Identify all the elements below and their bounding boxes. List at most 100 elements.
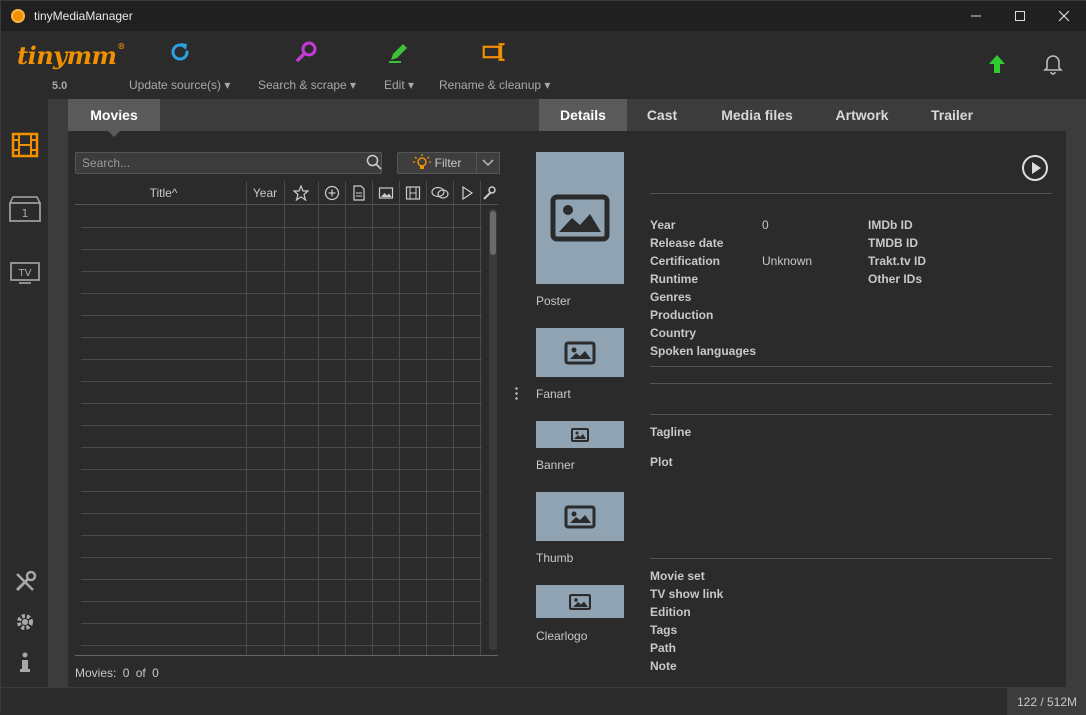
wrench-icon[interactable] — [480, 181, 498, 205]
table-scrollbar[interactable] — [489, 209, 497, 650]
row-divider — [81, 645, 482, 646]
star-icon[interactable] — [284, 181, 318, 205]
imdb-id-label: IMDb ID — [868, 218, 913, 232]
country-label: Country — [650, 326, 696, 340]
app-logo: tinymm® — [17, 41, 125, 70]
row-divider — [81, 249, 482, 250]
image-placeholder-icon — [550, 194, 610, 242]
refresh-icon — [167, 39, 193, 65]
tools-icon[interactable] — [9, 566, 41, 598]
row-divider — [81, 557, 482, 558]
update-available-icon[interactable] — [986, 53, 1008, 78]
row-divider — [81, 337, 482, 338]
fanart-image[interactable] — [536, 328, 624, 377]
edit-button[interactable]: Edit — [384, 39, 414, 92]
film-icon[interactable] — [399, 181, 426, 205]
nfo-file-icon[interactable] — [345, 181, 372, 205]
tab-movies[interactable]: Movies — [68, 99, 160, 137]
details-panel: Poster Fanart Banner Thumb Clearlogo Yea… — [529, 131, 1066, 687]
image-placeholder-icon — [569, 593, 591, 610]
row-divider — [81, 381, 482, 382]
plus-circle-icon[interactable] — [318, 181, 345, 205]
search-scrape-button[interactable]: Search & scrape — [258, 39, 356, 92]
subtitles-icon[interactable] — [426, 181, 453, 205]
lightbulb-icon — [412, 153, 431, 173]
row-divider — [81, 513, 482, 514]
column-title[interactable]: Title^ — [81, 181, 246, 205]
year-value: 0 — [762, 218, 769, 232]
rename-cleanup-button[interactable]: Rename & cleanup — [439, 39, 550, 92]
production-label: Production — [650, 308, 714, 322]
row-divider — [81, 271, 482, 272]
chevron-down-icon — [482, 159, 494, 167]
release-date-label: Release date — [650, 236, 724, 250]
runtime-label: Runtime — [650, 272, 698, 286]
movie-table: Title^ Year — [75, 181, 498, 655]
splitter-grip-icon[interactable] — [515, 386, 518, 400]
column-divider — [345, 181, 346, 655]
row-divider — [81, 293, 482, 294]
play-icon[interactable] — [1021, 154, 1049, 185]
movie-sets-module-icon[interactable]: 1 — [6, 194, 44, 226]
memory-usage[interactable]: 122 / 512M — [1007, 688, 1086, 715]
app-window: tinyMediaManager tinymm® 5.0 Update sour… — [0, 0, 1086, 715]
row-divider — [81, 227, 482, 228]
image-placeholder-icon — [564, 341, 596, 364]
title-bar: tinyMediaManager — [1, 1, 1086, 31]
poster-image[interactable] — [536, 152, 624, 284]
tab-cast[interactable]: Cast — [632, 99, 692, 131]
column-divider — [426, 181, 427, 655]
column-divider — [453, 181, 454, 655]
tmdb-id-label: TMDB ID — [868, 236, 918, 250]
row-divider — [81, 403, 482, 404]
tv-show-link-label: TV show link — [650, 587, 724, 601]
image-placeholder-icon — [571, 427, 589, 442]
svg-text:TV: TV — [18, 268, 32, 279]
tab-artwork[interactable]: Artwork — [822, 99, 902, 131]
left-gutter — [48, 99, 68, 687]
banner-image[interactable] — [536, 421, 624, 448]
divider — [650, 414, 1052, 415]
bell-icon[interactable] — [1043, 53, 1063, 78]
app-icon — [11, 9, 25, 23]
column-divider — [372, 181, 373, 655]
update-sources-button[interactable]: Update source(s) — [129, 39, 230, 92]
tab-media-files[interactable]: Media files — [707, 99, 807, 131]
filter-button[interactable]: Filter — [397, 152, 477, 174]
maximize-button[interactable] — [998, 1, 1042, 31]
column-year[interactable]: Year — [246, 181, 284, 205]
tab-details[interactable]: Details — [539, 99, 627, 137]
genres-label: Genres — [650, 290, 692, 304]
scrollbar-thumb[interactable] — [490, 211, 496, 255]
clearlogo-image[interactable] — [536, 585, 624, 618]
movie-list-panel: Movies Search... Filter Title^ Year Movi… — [68, 99, 504, 687]
column-divider — [399, 181, 400, 655]
search-icon[interactable] — [366, 154, 382, 173]
column-divider — [318, 181, 319, 655]
row-divider — [81, 579, 482, 580]
image-icon[interactable] — [372, 181, 399, 205]
sidebar: 1 TV — [1, 99, 48, 687]
fanart-label: Fanart — [536, 387, 571, 401]
panel-splitter[interactable] — [504, 131, 529, 687]
gear-icon[interactable] — [9, 606, 41, 638]
table-bottom-border — [75, 655, 498, 656]
magnifier-icon — [294, 39, 320, 65]
rename-icon — [482, 39, 508, 65]
trailer-play-icon[interactable] — [453, 181, 480, 205]
note-label: Note — [650, 659, 677, 673]
tab-trailer[interactable]: Trailer — [917, 99, 987, 131]
minimize-button[interactable] — [954, 1, 998, 31]
search-input[interactable]: Search... — [75, 152, 382, 174]
thumb-image[interactable] — [536, 492, 624, 541]
filter-dropdown-button[interactable] — [477, 152, 500, 174]
image-placeholder-icon — [564, 505, 596, 528]
year-label: Year — [650, 218, 676, 232]
info-icon[interactable] — [9, 646, 41, 678]
movies-module-icon[interactable] — [9, 129, 41, 161]
details-right-gutter — [1066, 131, 1086, 687]
tv-shows-module-icon[interactable]: TV — [9, 257, 41, 289]
splitter-header — [504, 99, 517, 131]
edition-label: Edition — [650, 605, 691, 619]
close-button[interactable] — [1042, 1, 1086, 31]
